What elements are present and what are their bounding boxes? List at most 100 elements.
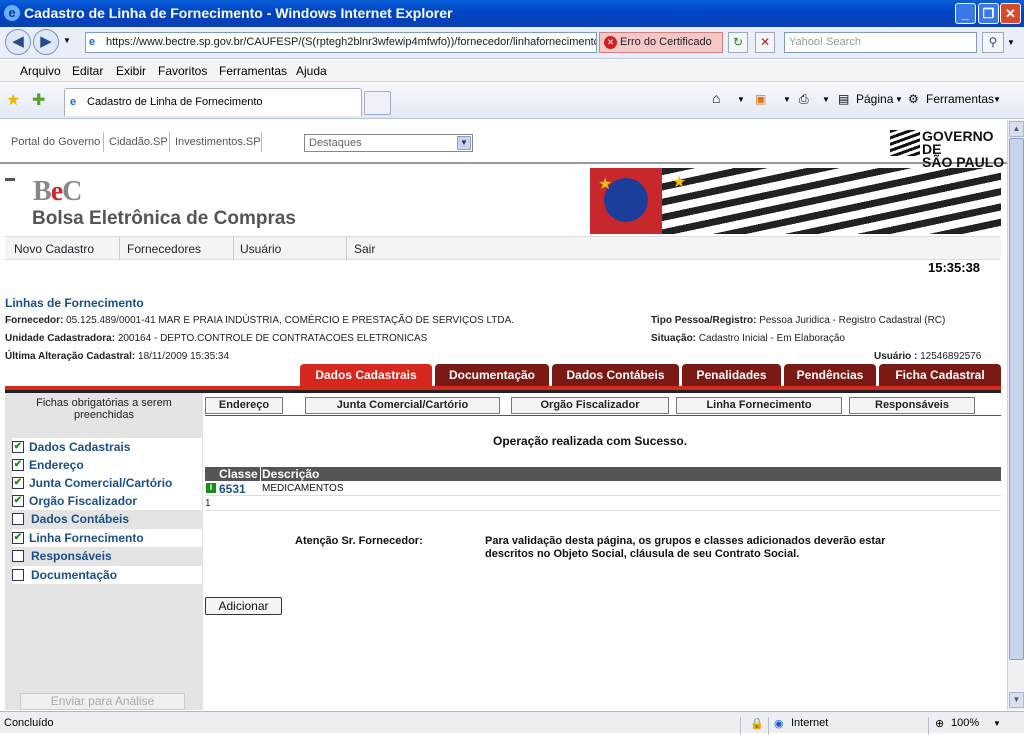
feeds-icon[interactable]: ▣ xyxy=(755,92,766,106)
add-favorite-icon[interactable]: ✚ xyxy=(32,90,45,110)
subtab-orgao-fiscalizador[interactable]: Orgão Fiscalizador xyxy=(511,397,669,414)
menu-sair[interactable]: Sair xyxy=(354,242,375,256)
globe-icon: ◉ xyxy=(774,718,784,730)
tab-dados-contabeis[interactable]: Dados Contábeis xyxy=(552,364,679,386)
divider xyxy=(169,132,170,152)
divider xyxy=(103,132,104,152)
print-icon[interactable]: ⎙ xyxy=(799,92,809,107)
checkbox-checked-icon[interactable]: ✔ xyxy=(12,459,24,471)
enviar-analise-button[interactable]: Enviar para Análise xyxy=(20,693,185,710)
scroll-down-icon[interactable]: ▼ xyxy=(1009,692,1024,708)
usuario-info: Usuário : 12546892576 xyxy=(874,351,982,362)
classe-link[interactable]: 6531 xyxy=(219,482,246,496)
menu-exibir[interactable]: Exibir xyxy=(116,64,146,78)
back-button[interactable]: ◀ xyxy=(5,29,31,55)
home-dropdown-icon[interactable]: ▼ xyxy=(737,95,745,104)
lock-icon[interactable]: 🔒 xyxy=(750,717,764,730)
adicionar-button[interactable]: Adicionar xyxy=(205,597,282,615)
status-bar: Concluído 🔒 ◉ Internet ⊕ 100% ▼ xyxy=(0,711,1024,735)
scroll-up-icon[interactable]: ▲ xyxy=(1009,121,1024,137)
favorites-star-icon[interactable]: ★ xyxy=(6,90,20,110)
menu-usuario[interactable]: Usuário xyxy=(240,242,281,256)
tools-menu[interactable]: Ferramentas xyxy=(926,92,994,106)
item-icon[interactable]: I xyxy=(206,483,216,493)
zoom-dropdown-icon[interactable]: ▼ xyxy=(993,719,1001,728)
checkbox-unchecked-icon[interactable] xyxy=(12,513,24,525)
stop-icon[interactable]: ✕ xyxy=(755,32,775,53)
subtab-endereco[interactable]: Endereço xyxy=(205,397,283,414)
sidebar-item-endereco[interactable]: ✔ Endereço xyxy=(12,456,202,474)
tab-ficha-cadastral[interactable]: Ficha Cadastral xyxy=(879,364,1001,386)
search-options-icon[interactable]: ▼ xyxy=(1007,38,1015,47)
tab-dados-cadastrais[interactable]: Dados Cadastrais xyxy=(300,364,432,386)
vertical-scrollbar[interactable]: ▲ ▼ xyxy=(1007,120,1024,710)
situacao-info: Situação: Cadastro Inicial - Em Elaboraç… xyxy=(651,333,845,344)
link-portal-governo[interactable]: Portal do Governo xyxy=(11,136,100,148)
link-investimentos-sp[interactable]: Investimentos.SP xyxy=(175,136,261,148)
scroll-thumb[interactable] xyxy=(1009,138,1024,660)
page-menu-icon[interactable]: ▤ xyxy=(838,92,849,106)
subtab-linha-fornecimento[interactable]: Linha Fornecimento xyxy=(676,397,842,414)
close-button[interactable]: ✕ xyxy=(1000,3,1021,24)
subtab-responsaveis[interactable]: Responsáveis xyxy=(849,397,975,414)
zoom-icon[interactable]: ⊕ xyxy=(935,717,944,730)
forward-button[interactable]: ▶ xyxy=(33,29,59,55)
menu-novo-cadastro[interactable]: Novo Cadastro xyxy=(14,242,94,256)
bec-title: Bolsa Eletrônica de Compras xyxy=(32,208,296,229)
sidebar-item-orgao-fiscalizador[interactable]: ✔ Orgão Fiscalizador xyxy=(12,492,202,510)
link-cidadao-sp[interactable]: Cidadão.SP xyxy=(109,136,168,148)
page-dropdown-icon[interactable]: ▼ xyxy=(895,95,903,104)
checkbox-unchecked-icon[interactable] xyxy=(12,550,24,562)
menu-ajuda[interactable]: Ajuda xyxy=(296,64,327,78)
divider xyxy=(768,717,769,735)
status-text: Concluído xyxy=(4,717,54,729)
menu-ferramentas[interactable]: Ferramentas xyxy=(219,64,287,78)
refresh-icon[interactable]: ↻ xyxy=(728,32,748,53)
sidebar-item-dados-contabeis[interactable]: Dados Contábeis xyxy=(12,510,202,528)
main-tabs: Dados Cadastrais Documentação Dados Cont… xyxy=(0,364,1001,386)
page-menu[interactable]: Página xyxy=(856,92,893,106)
certificate-error[interactable]: Erro do Certificado xyxy=(599,32,723,53)
tab-penalidades[interactable]: Penalidades xyxy=(682,364,781,386)
sub-tabs: Endereço Junta Comercial/Cartório Orgão … xyxy=(205,396,1001,416)
window-title: Cadastro de Linha de Fornecimento - Wind… xyxy=(24,5,453,21)
destaques-select[interactable]: Destaques ▼ xyxy=(304,134,473,152)
checkbox-checked-icon[interactable]: ✔ xyxy=(12,477,24,489)
sidebar-item-responsaveis[interactable]: Responsáveis xyxy=(12,547,202,565)
history-dropdown-icon[interactable]: ▼ xyxy=(63,36,71,45)
window-titlebar: e Cadastro de Linha de Fornecimento - Wi… xyxy=(0,0,1024,27)
tab-pendencias[interactable]: Pendências xyxy=(784,364,876,386)
address-toolbar: ◀ ▶ ▼ e https://www.bectre.sp.gov.br/CAUF… xyxy=(0,27,1024,59)
menu-arquivo[interactable]: Arquivo xyxy=(20,64,61,78)
tab-documentacao[interactable]: Documentação xyxy=(435,364,549,386)
search-icon[interactable]: ⚲ xyxy=(982,32,1004,53)
sidebar-item-documentacao[interactable]: Documentação xyxy=(12,566,202,584)
sidebar-item-dados-cadastrais[interactable]: ✔ Dados Cadastrais xyxy=(12,438,202,456)
home-icon[interactable]: ⌂ xyxy=(712,90,720,106)
gov-header: Portal do Governo Cidadão.SP Investiment… xyxy=(0,120,1007,169)
minimize-button[interactable]: _ xyxy=(955,3,976,24)
zoom-level[interactable]: 100% xyxy=(951,717,979,729)
search-input[interactable]: Yahoo! Search xyxy=(784,32,977,53)
checkbox-checked-icon[interactable]: ✔ xyxy=(12,441,24,453)
sidebar-item-junta-comercial[interactable]: ✔ Junta Comercial/Cartório xyxy=(12,474,202,492)
tab-cadastro[interactable]: e Cadastro de Linha de Fornecimento xyxy=(64,88,362,116)
print-dropdown-icon[interactable]: ▼ xyxy=(822,95,830,104)
subtab-junta-comercial[interactable]: Junta Comercial/Cartório xyxy=(305,397,500,414)
ie-page-icon: e xyxy=(70,96,77,108)
checkbox-unchecked-icon[interactable] xyxy=(12,569,24,581)
pagination[interactable]: 1 xyxy=(205,498,211,509)
menu-fornecedores[interactable]: Fornecedores xyxy=(127,242,201,256)
checkbox-checked-icon[interactable]: ✔ xyxy=(12,495,24,507)
alteracao-info: Última Alteração Cadastral: 18/11/2009 1… xyxy=(5,351,230,362)
menu-editar[interactable]: Editar xyxy=(72,64,103,78)
maximize-button[interactable]: ❐ xyxy=(978,3,999,24)
menu-favoritos[interactable]: Favoritos xyxy=(158,64,207,78)
checkbox-checked-icon[interactable]: ✔ xyxy=(12,532,24,544)
feeds-dropdown-icon[interactable]: ▼ xyxy=(783,95,791,104)
sidebar-item-linha-fornecimento[interactable]: ✔ Linha Fornecimento xyxy=(12,529,202,547)
tools-dropdown-icon[interactable]: ▼ xyxy=(993,95,1001,104)
new-tab-button[interactable] xyxy=(364,91,391,115)
tools-gear-icon[interactable]: ⚙ xyxy=(908,92,919,106)
url-input[interactable]: e https://www.bectre.sp.gov.br/CAUFESP/(S… xyxy=(85,32,597,53)
